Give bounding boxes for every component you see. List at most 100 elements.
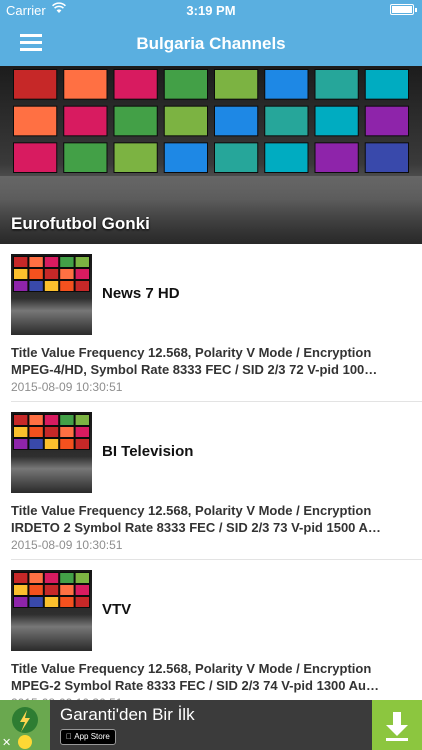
channel-list-item[interactable]: VTV Title Value Frequency 12.568, Polari… <box>0 560 422 718</box>
download-icon[interactable] <box>372 700 422 750</box>
tv-screen <box>265 143 308 172</box>
tv-screen <box>14 415 28 425</box>
tv-screen <box>14 597 28 607</box>
tv-screen <box>60 257 74 267</box>
tv-screen <box>14 143 57 172</box>
tv-wall-image <box>13 69 409 173</box>
tv-screen <box>75 281 89 291</box>
channel-description: Title Value Frequency 12.568, Polarity V… <box>11 660 411 694</box>
tv-screen <box>164 106 207 136</box>
channel-date: 2015-08-09 10:30:51 <box>11 380 123 394</box>
tv-screen <box>44 415 59 425</box>
featured-channel-banner[interactable]: Eurofutbol Gonki <box>0 66 422 244</box>
channel-description-line: MPEG-2 Symbol Rate 8333 FEC / SID 2/3 74… <box>11 678 379 693</box>
tv-screen <box>315 70 358 99</box>
tv-screen <box>75 585 89 595</box>
tv-screen <box>44 281 59 291</box>
tv-screen <box>44 439 59 449</box>
tv-screen <box>44 427 59 437</box>
tv-screen <box>114 106 157 136</box>
tv-screen <box>265 70 308 99</box>
tv-screen <box>60 415 74 425</box>
tv-screen <box>44 573 59 583</box>
tv-screen <box>60 439 74 449</box>
tv-screen <box>64 106 107 136</box>
tv-screen <box>29 439 43 449</box>
tv-screen <box>29 597 43 607</box>
tv-screen <box>29 269 43 279</box>
tv-screen <box>29 257 43 267</box>
tv-screen <box>64 70 107 99</box>
tv-screen <box>60 269 74 279</box>
app-store-badge[interactable]:  App Store <box>60 729 116 745</box>
tv-screen <box>60 427 74 437</box>
tv-screen <box>75 269 89 279</box>
status-bar: Carrier 3:19 PM <box>0 0 422 22</box>
channel-description: Title Value Frequency 12.568, Polarity V… <box>11 502 411 536</box>
tv-screen <box>215 106 258 136</box>
tv-screen <box>44 257 59 267</box>
channel-description-line: Title Value Frequency 12.568, Polarity V… <box>11 661 372 676</box>
tv-screen <box>29 585 43 595</box>
channel-description-line: Title Value Frequency 12.568, Polarity V… <box>11 345 372 360</box>
channel-date: 2015-08-09 10:30:51 <box>11 538 123 552</box>
tv-screen <box>14 106 57 136</box>
tv-screen <box>14 427 28 437</box>
channel-name: BI Television <box>102 443 194 460</box>
channel-description-line: IRDETO 2 Symbol Rate 8333 FEC / SID 2/3 … <box>11 520 381 535</box>
tv-screen <box>14 573 28 583</box>
tv-screen <box>44 269 59 279</box>
ad-title: Garanti'den Bir İlk <box>60 705 195 724</box>
tv-screen <box>75 415 89 425</box>
ad-banner[interactable]: ✕ Garanti'den Bir İlk  App Store <box>0 700 422 750</box>
channel-description-line: MPEG-4/HD, Symbol Rate 8333 FEC / SID 2/… <box>11 362 378 377</box>
tv-screen <box>315 143 358 172</box>
tv-screen <box>365 106 408 136</box>
channel-thumbnail <box>11 412 92 493</box>
top-bar: Carrier 3:19 PM Bulgaria Channels <box>0 0 422 66</box>
channel-list-item[interactable]: News 7 HD Title Value Frequency 12.568, … <box>0 244 422 402</box>
tv-screen <box>60 281 74 291</box>
channel-thumbnail <box>11 254 92 335</box>
tv-screen <box>75 573 89 583</box>
tv-screen <box>14 257 28 267</box>
apple-icon:  <box>66 732 72 741</box>
tv-screen <box>164 143 207 172</box>
channel-name: VTV <box>102 601 132 618</box>
nav-title: Bulgaria Channels <box>136 34 286 53</box>
tv-screen <box>215 143 258 172</box>
tv-screen <box>14 439 28 449</box>
tv-screen <box>265 106 308 136</box>
tv-screen <box>29 281 43 291</box>
channel-description-line: Title Value Frequency 12.568, Polarity V… <box>11 503 372 518</box>
tv-screen <box>164 70 207 99</box>
tv-screen <box>365 143 408 172</box>
tv-screen <box>75 597 89 607</box>
tv-screen <box>365 70 408 99</box>
tv-screen <box>14 70 57 99</box>
tv-screen <box>14 585 28 595</box>
tv-screen <box>75 427 89 437</box>
tv-screen <box>44 597 59 607</box>
battery-icon <box>390 4 417 15</box>
channel-name: News 7 HD <box>102 285 180 302</box>
ad-close-icon[interactable]: ✕ <box>2 736 11 749</box>
tv-screen <box>29 415 43 425</box>
featured-title: Eurofutbol Gonki <box>11 214 150 233</box>
tv-screen <box>60 597 74 607</box>
tv-screen <box>75 257 89 267</box>
tv-screen <box>64 143 107 172</box>
tv-screen <box>60 573 74 583</box>
channel-list-item[interactable]: BI Television Title Value Frequency 12.5… <box>0 402 422 560</box>
ad-app-icon: ✕ <box>0 700 50 750</box>
tv-screen <box>44 585 59 595</box>
app-store-label: App Store <box>66 732 110 741</box>
channel-thumbnail <box>11 570 92 651</box>
tv-screen <box>60 585 74 595</box>
tv-screen <box>114 143 157 172</box>
tv-screen <box>215 70 258 99</box>
tv-screen <box>29 427 43 437</box>
status-time: 3:19 PM <box>186 3 236 18</box>
tv-screen <box>14 269 28 279</box>
tv-screen <box>315 106 358 136</box>
